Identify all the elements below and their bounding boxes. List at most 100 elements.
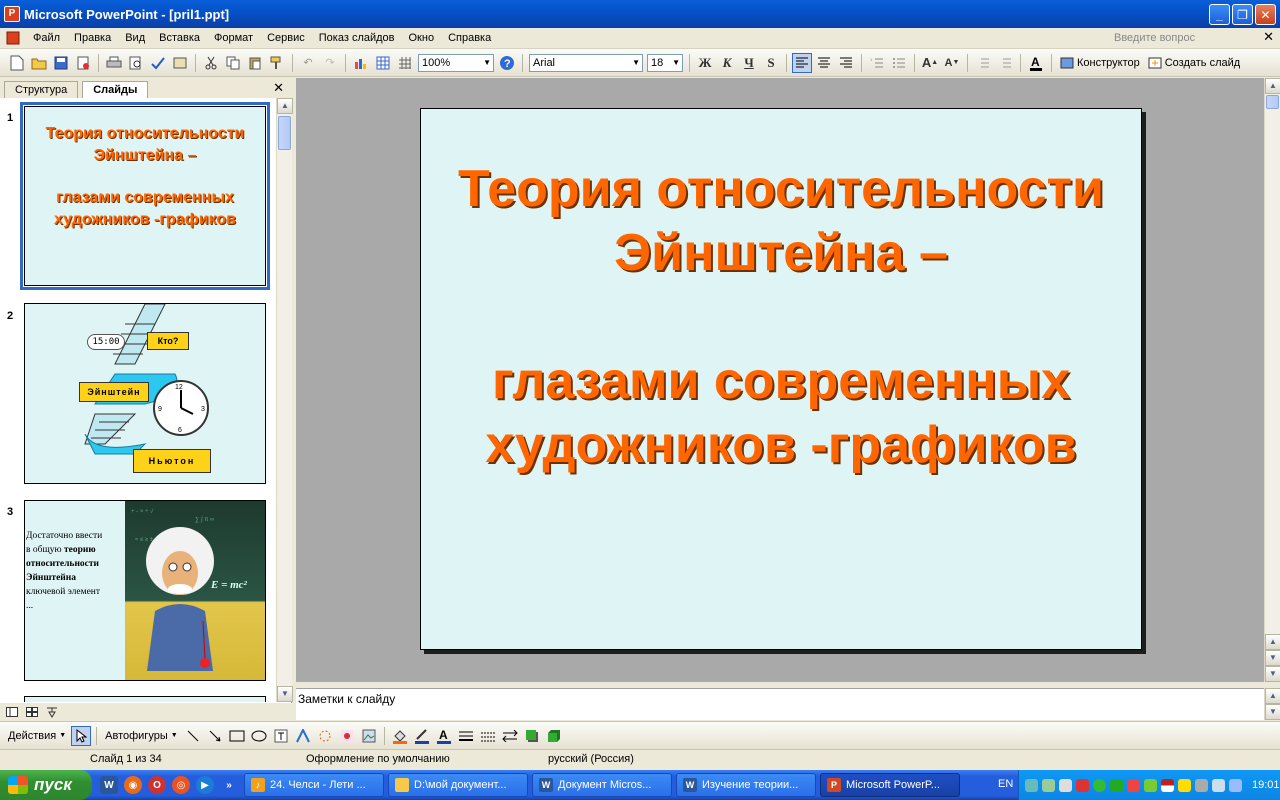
slide-thumbnail-1[interactable]: Теория относительности Эйнштейна – глаза…	[20, 102, 270, 290]
align-right-icon[interactable]	[836, 53, 856, 73]
align-left-icon[interactable]	[792, 52, 812, 73]
increase-indent-icon[interactable]	[995, 53, 1015, 73]
underline-button[interactable]: Ч	[739, 53, 759, 73]
opera-icon[interactable]: O	[148, 776, 166, 794]
shadow-button[interactable]: S	[761, 53, 781, 73]
wordart-icon[interactable]	[293, 726, 313, 746]
undo-icon[interactable]: ↶	[298, 53, 318, 73]
insert-picture-icon[interactable]	[359, 726, 379, 746]
font-name-select[interactable]: Arial ▼	[529, 53, 643, 72]
bold-button[interactable]: Ж	[695, 53, 715, 73]
notes-pane[interactable]: Заметки к слайду	[296, 688, 1264, 720]
line-style-icon[interactable]	[456, 726, 476, 746]
numbering-icon[interactable]: 1	[867, 53, 887, 73]
menu-window[interactable]: Окно	[402, 28, 442, 49]
slide-show-icon[interactable]	[45, 705, 59, 719]
text-box-icon[interactable]	[271, 726, 291, 746]
diagram-icon[interactable]	[315, 726, 335, 746]
close-document-icon[interactable]: ✕	[1263, 29, 1274, 45]
tray-yellow-icon[interactable]	[1178, 778, 1191, 792]
notes-scrollbar[interactable]: ▲ ▼	[1264, 688, 1280, 720]
slide-title-line4[interactable]: художников -графиков	[421, 413, 1141, 477]
scroll-thumb[interactable]	[278, 116, 291, 150]
normal-view-icon[interactable]	[5, 705, 19, 719]
close-button[interactable]: ✕	[1255, 4, 1276, 25]
scroll-up-icon[interactable]: ▲	[1265, 78, 1280, 94]
slide-sorter-icon[interactable]	[25, 705, 39, 719]
paste-icon[interactable]	[245, 53, 265, 73]
research-icon[interactable]	[170, 53, 190, 73]
word-quicklaunch-icon[interactable]: W	[100, 776, 118, 794]
tray-red-icon[interactable]	[1127, 778, 1140, 792]
document-icon[interactable]	[1, 28, 25, 48]
player-icon[interactable]: ▶	[196, 776, 214, 794]
task-button-folder[interactable]: D:\мой документ...	[388, 773, 528, 797]
editor-scrollbar[interactable]: ▲ ▲ ▼ ▼	[1264, 78, 1280, 682]
next-slide-icon[interactable]: ▼	[1265, 650, 1280, 666]
close-pane-icon[interactable]: ✕	[273, 80, 284, 96]
menu-edit[interactable]: Правка	[67, 28, 118, 49]
media-icon[interactable]: ◎	[172, 776, 190, 794]
format-painter-icon[interactable]	[267, 53, 287, 73]
arrow-icon[interactable]	[205, 726, 225, 746]
current-slide[interactable]: Теория относительности Эйнштейна – глаза…	[420, 108, 1142, 650]
scroll-down-icon[interactable]: ▼	[277, 686, 293, 702]
menu-file[interactable]: Файл	[26, 28, 67, 49]
rectangle-icon[interactable]	[227, 726, 247, 746]
slide-title-line2[interactable]: Эйнштейна –	[421, 221, 1141, 285]
minimize-button[interactable]: _	[1209, 4, 1230, 25]
volume-icon[interactable]	[1195, 778, 1208, 792]
print-icon[interactable]	[104, 53, 124, 73]
increase-font-icon[interactable]: A ▲	[920, 53, 940, 73]
redo-icon[interactable]: ↷	[320, 53, 340, 73]
oval-icon[interactable]	[249, 726, 269, 746]
fill-color-icon[interactable]	[390, 726, 410, 746]
show-grid-icon[interactable]	[395, 53, 415, 73]
align-center-icon[interactable]	[814, 53, 834, 73]
menu-tools[interactable]: Сервис	[260, 28, 312, 49]
insert-chart-icon[interactable]	[351, 53, 371, 73]
scroll-up-icon[interactable]: ▲	[1265, 688, 1280, 704]
tab-slides[interactable]: Слайды	[82, 81, 149, 98]
insert-table-icon[interactable]	[373, 53, 393, 73]
task-button-word-doc[interactable]: W Документ Micros...	[532, 773, 672, 797]
task-button-powerpoint[interactable]: P Microsoft PowerP...	[820, 773, 960, 797]
ask-question-input[interactable]: Введите вопрос	[1110, 30, 1258, 47]
menu-help[interactable]: Справка	[441, 28, 498, 49]
save-icon[interactable]	[51, 53, 71, 73]
italic-button[interactable]: К	[717, 53, 737, 73]
slide-thumbnail-4[interactable]	[24, 696, 266, 702]
scroll-up-icon[interactable]: ▲	[277, 98, 293, 114]
scroll-thumb[interactable]	[1266, 95, 1279, 109]
shadow-style-icon[interactable]	[522, 726, 542, 746]
quicklaunch-expand-icon[interactable]: »	[220, 776, 238, 794]
permission-icon[interactable]	[73, 53, 93, 73]
slide-thumbnail-3[interactable]: Достаточно ввести в общую теорию относит…	[24, 500, 266, 681]
actions-menu[interactable]: Действия ▼	[8, 730, 66, 742]
language-indicator[interactable]: EN	[998, 778, 1013, 790]
zoom-select[interactable]: 100% ▼	[418, 53, 494, 72]
select-pointer-icon[interactable]	[71, 725, 92, 746]
flag-icon[interactable]	[1161, 778, 1174, 792]
new-icon[interactable]	[7, 53, 27, 73]
slide-title-line3[interactable]: глазами современных	[421, 349, 1141, 413]
scroll-down-icon[interactable]: ▼	[1265, 704, 1280, 720]
open-icon[interactable]	[29, 53, 49, 73]
task-button-word-study[interactable]: W Изучение теории...	[676, 773, 816, 797]
line-icon[interactable]	[183, 726, 203, 746]
task-button-music[interactable]: ♪ 24. Челси - Лети ...	[244, 773, 384, 797]
tray-blue-icon[interactable]	[1229, 778, 1242, 792]
decrease-indent-icon[interactable]	[973, 53, 993, 73]
copy-icon[interactable]	[223, 53, 243, 73]
spelling-icon[interactable]	[148, 53, 168, 73]
dash-style-icon[interactable]	[478, 726, 498, 746]
3d-style-icon[interactable]	[544, 726, 564, 746]
powerpoint-icon[interactable]: P	[4, 6, 20, 22]
font-color-draw-icon[interactable]: A	[434, 726, 454, 746]
menu-format[interactable]: Формат	[207, 28, 260, 49]
tray-monitor-icon[interactable]	[1212, 778, 1225, 792]
menu-slideshow[interactable]: Показ слайдов	[312, 28, 402, 49]
antivirus-icon[interactable]	[1076, 778, 1089, 792]
tray-sync-icon[interactable]	[1110, 778, 1123, 792]
designer-button[interactable]: Конструктор	[1060, 57, 1140, 69]
